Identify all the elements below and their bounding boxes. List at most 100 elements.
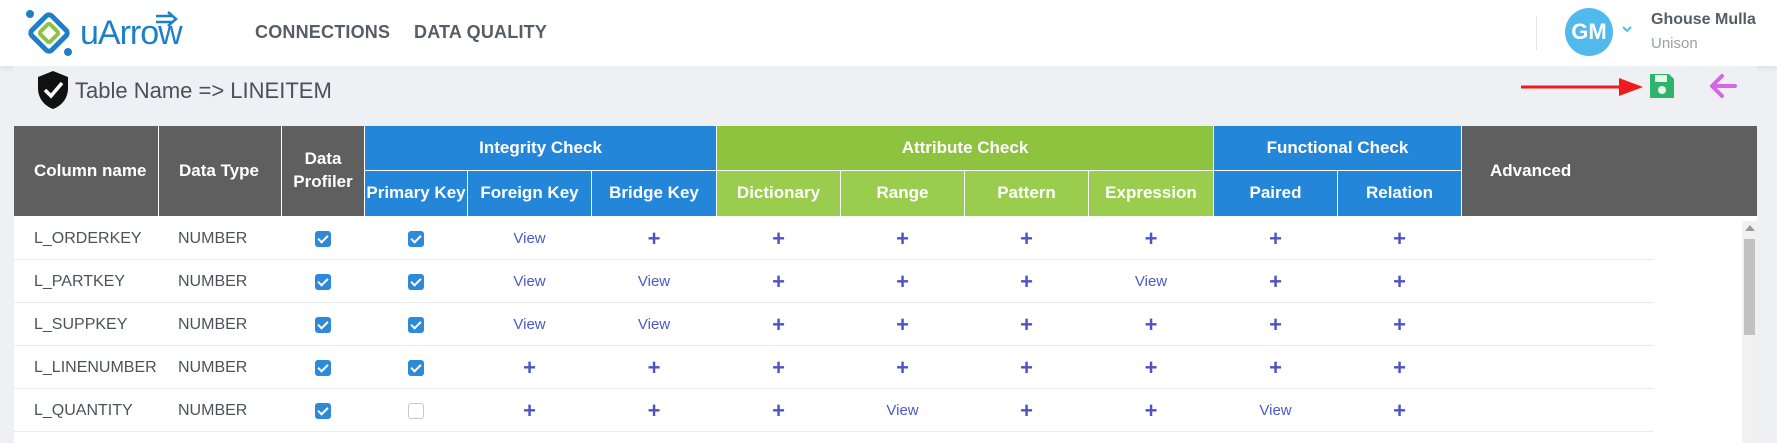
primary-key-checkbox[interactable] [408,316,424,333]
user-avatar[interactable]: GM [1565,8,1613,56]
chevron-down-icon[interactable] [1620,22,1634,36]
plus-icon[interactable]: + [1393,356,1406,379]
plus-icon[interactable]: + [1020,270,1033,293]
header-expression: Expression [1089,171,1213,216]
cell-dictionary: + [717,389,840,432]
plus-icon[interactable]: + [896,270,909,293]
primary-key-checkbox[interactable] [408,359,424,376]
cell-range: + [841,260,964,303]
header-paired: Paired [1214,171,1337,216]
table-row: L_ORDERKEY NUMBER View + + + + + + + [14,217,1654,260]
header-dictionary: Dictionary [717,171,840,216]
cell-relation: + [1338,303,1461,346]
cell-range: View [841,389,964,432]
view-link[interactable]: View [1135,273,1167,290]
cell-bridge-key: + [592,217,716,260]
data-profiler-checkbox[interactable] [315,316,331,333]
cell-data-type: NUMBER [178,315,248,333]
view-link[interactable]: View [513,316,545,333]
cell-foreign-key: + [468,346,591,389]
view-link[interactable]: View [638,273,670,290]
floppy-disk-icon[interactable] [1647,71,1677,101]
plus-icon[interactable]: + [1269,313,1282,336]
data-profiler-checkbox[interactable] [315,273,331,290]
plus-icon[interactable]: + [1145,313,1158,336]
plus-icon[interactable]: + [523,356,536,379]
plus-icon[interactable]: + [1269,227,1282,250]
plus-icon[interactable]: + [523,399,536,422]
plus-icon[interactable]: + [1393,270,1406,293]
cell-bridge-key: View [592,260,716,303]
cell-expression: + [1089,389,1213,432]
cell-relation: + [1338,260,1461,303]
plus-icon[interactable]: + [896,356,909,379]
primary-key-checkbox[interactable] [408,273,424,290]
primary-key-checkbox[interactable] [408,402,424,419]
plus-icon[interactable]: + [896,313,909,336]
plus-icon[interactable]: + [1145,399,1158,422]
table-row: L_LINENUMBER NUMBER + + + + + + + + [14,346,1654,389]
data-profiler-checkbox[interactable] [315,402,331,419]
cell-bridge-key: + [592,389,716,432]
cell-data-type: NUMBER [178,229,248,247]
plus-icon[interactable]: + [1020,356,1033,379]
cell-primary-key [365,389,467,432]
cell-primary-key [365,260,467,303]
view-link[interactable]: View [638,316,670,333]
view-link[interactable]: View [886,402,918,419]
uarrow-logo[interactable]: uArrow [22,6,183,60]
table-row: L_QUANTITY NUMBER + + + View + + View + [14,389,1654,432]
cell-primary-key [365,217,467,260]
plus-icon[interactable]: + [1145,356,1158,379]
primary-key-checkbox[interactable] [408,230,424,247]
plus-icon[interactable]: + [772,356,785,379]
plus-icon[interactable]: + [1393,313,1406,336]
scroll-up-arrow-icon[interactable] [1745,225,1755,231]
plus-icon[interactable]: + [896,227,909,250]
plus-icon[interactable]: + [1393,399,1406,422]
header-primary-key: Primary Key [365,171,467,216]
cell-paired: + [1214,303,1337,346]
cell-range: + [841,217,964,260]
plus-icon[interactable]: + [648,399,661,422]
plus-icon[interactable]: + [648,227,661,250]
plus-icon[interactable]: + [1020,399,1033,422]
cell-dictionary: + [717,346,840,389]
plus-icon[interactable]: + [772,227,785,250]
nav-data-quality[interactable]: DATA QUALITY [414,22,547,43]
cell-pattern: + [965,303,1088,346]
plus-icon[interactable]: + [772,270,785,293]
plus-icon[interactable]: + [772,399,785,422]
view-link[interactable]: View [513,273,545,290]
cell-paired: + [1214,346,1337,389]
nav-connections[interactable]: CONNECTIONS [255,22,390,43]
plus-icon[interactable]: + [1393,227,1406,250]
arrow-left-icon[interactable] [1707,71,1739,101]
view-link[interactable]: View [513,230,545,247]
table-row: L_SUPPKEY NUMBER View View + + + + + + [14,303,1654,346]
plus-icon[interactable]: + [1145,227,1158,250]
scrollbar-thumb[interactable] [1744,239,1755,335]
cell-data-type: NUMBER [178,358,248,376]
cell-pattern: + [965,260,1088,303]
plus-icon[interactable]: + [1269,356,1282,379]
cell-pattern: + [965,217,1088,260]
data-profiler-checkbox[interactable] [315,230,331,247]
plus-icon[interactable]: + [1269,270,1282,293]
cell-foreign-key: View [468,303,591,346]
data-profiler-checkbox[interactable] [315,359,331,376]
cell-pattern: + [965,346,1088,389]
plus-icon[interactable]: + [1020,313,1033,336]
plus-icon[interactable]: + [648,356,661,379]
plus-icon[interactable]: + [1020,227,1033,250]
vertical-scrollbar[interactable] [1742,221,1757,443]
cell-expression: View [1089,260,1213,303]
cell-data-profiler [282,389,364,432]
header-functional-check: Functional Check [1214,126,1461,170]
view-link[interactable]: View [1259,402,1291,419]
cell-data-profiler [282,303,364,346]
cell-column-name: L_ORDERKEY [34,229,142,247]
plus-icon[interactable]: + [772,313,785,336]
table-row: L_PARTKEY NUMBER View View + + + View + + [14,260,1654,303]
cell-expression: + [1089,217,1213,260]
